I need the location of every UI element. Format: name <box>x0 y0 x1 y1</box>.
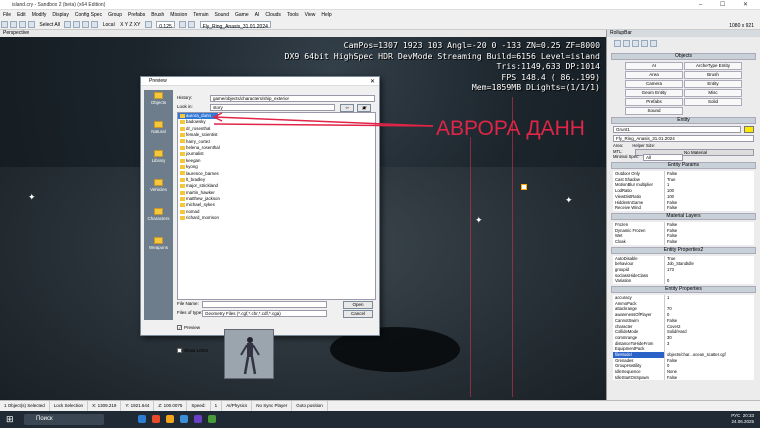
ai-physics-button[interactable]: AI/Physics <box>222 401 253 411</box>
brush-button[interactable]: Brush <box>684 71 742 79</box>
ai-button[interactable]: AI <box>625 62 683 70</box>
property-key: IdleStartOnSpawn <box>613 374 665 381</box>
entity-header[interactable]: Entity <box>611 117 756 124</box>
params-table: Outdoor Only False Cast Shadow True MotionBl… <box>607 171 760 211</box>
materials-table: Frozen False Dynamic Frozen False Wet False Cl… <box>607 221 760 245</box>
property-value[interactable]: False <box>665 205 754 211</box>
property-value[interactable]: 0 <box>665 278 754 285</box>
property-row[interactable]: Cloak False <box>613 238 754 245</box>
geom-entity-button[interactable]: Geom Entity <box>625 89 683 97</box>
taskbar: ⊞ Поиск РУС 20:33 24.06.2025 <box>0 411 760 428</box>
objects-buttons: AI ArcheType Entity Area Brush Camera En… <box>625 62 742 115</box>
property-value[interactable]: False <box>665 238 754 245</box>
application-window: island.cry - Sandbox 2 (beta) (x64 Editi… <box>0 0 760 428</box>
entity-name-input[interactable]: Grunt1 <box>613 126 741 133</box>
y-coord: Y: 1921.644 <box>121 401 155 411</box>
entity-color-swatch[interactable] <box>744 126 754 133</box>
app-icon[interactable] <box>180 415 188 423</box>
params-header[interactable]: Entity Params <box>611 162 756 170</box>
task-view-icon[interactable] <box>138 415 146 423</box>
no-sync-player-button[interactable]: No Sync Player <box>252 401 293 411</box>
panel-title: RollupBar <box>607 30 760 37</box>
status-bar: 1 Object(s) Selected Lock Selection X: 130… <box>0 400 760 411</box>
archetype-entity-button[interactable]: ArcheType Entity <box>684 62 742 70</box>
props-header[interactable]: Entity Properties <box>611 286 756 294</box>
area-button[interactable]: Area <box>625 71 683 79</box>
property-row[interactable]: IdleStartOnSpawn False <box>613 374 754 381</box>
system-tray[interactable]: РУС 20:33 24.06.2025 <box>731 413 754 425</box>
entity-button[interactable]: Entity <box>684 80 742 88</box>
objects-tab-icon[interactable] <box>614 40 621 47</box>
property-row[interactable]: Receive Wind False <box>613 205 754 211</box>
props-table: accuracy 1 AmmoPack attackrange 70 awarenessO… <box>607 295 760 381</box>
minspec-label: Minimal Spec: <box>613 154 640 160</box>
app-icon[interactable] <box>194 415 202 423</box>
entity-name-row: Grunt1 <box>613 126 754 134</box>
misc-button[interactable]: Misc <box>684 89 742 97</box>
speed-value[interactable]: 1 <box>211 401 223 411</box>
z-coord: Z: 100.0075 <box>154 401 188 411</box>
lock-selection-button[interactable]: Lock Selection <box>50 401 89 411</box>
app-icon[interactable] <box>208 415 216 423</box>
selection-count: 1 Object(s) Selected <box>0 401 50 411</box>
display-tab-icon[interactable] <box>641 40 648 47</box>
rollup-bar: RollupBar Objects AI ArcheType Entity Ar… <box>606 30 760 400</box>
property-key: Variation <box>613 278 665 285</box>
props2-table: AutoDisable True behaviour Job_StandIdle gro… <box>607 255 760 285</box>
panel-tabs <box>607 37 760 51</box>
explorer-icon[interactable] <box>166 415 174 423</box>
goto-position-button[interactable]: Goto position <box>292 401 328 411</box>
taskbar-search[interactable]: Поиск <box>24 414 104 425</box>
clock-date: 24.06.2025 <box>731 419 754 424</box>
app-icon[interactable] <box>152 415 160 423</box>
modify-tab-icon[interactable] <box>632 40 639 47</box>
speed-label: Speed: <box>187 401 211 411</box>
solid-button[interactable]: Solid <box>684 98 742 106</box>
material-layers-header[interactable]: Material Layers <box>611 212 756 220</box>
property-row[interactable]: Variation 0 <box>613 278 754 285</box>
property-key: Receive Wind <box>613 205 665 211</box>
annotation-text: АВРОРА ДАНН <box>436 117 585 140</box>
props2-header[interactable]: Entity Properties2 <box>611 246 756 254</box>
windows-start-icon[interactable]: ⊞ <box>6 414 14 425</box>
property-value[interactable]: False <box>665 374 754 381</box>
terrain-tab-icon[interactable] <box>623 40 630 47</box>
prefabs-button[interactable]: Prefabs <box>625 98 683 106</box>
objects-header[interactable]: Objects <box>611 53 756 60</box>
camera-button[interactable]: Camera <box>625 80 683 88</box>
clock-time: 20:33 <box>742 413 754 418</box>
sound-button[interactable]: Sound <box>625 107 683 115</box>
layers-tab-icon[interactable] <box>650 40 657 47</box>
x-coord: X: 1309.219 <box>88 401 122 411</box>
minspec-select[interactable]: All <box>643 154 683 162</box>
entity-archetype: Fly_Ring_Anasis_31.01.2024 <box>613 135 754 142</box>
language-indicator[interactable]: РУС <box>731 413 740 418</box>
property-key: Cloak <box>613 238 665 245</box>
